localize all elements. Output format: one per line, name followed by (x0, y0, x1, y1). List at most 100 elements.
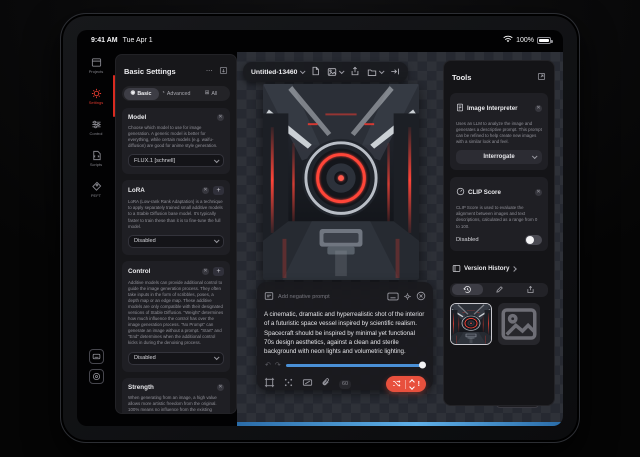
keyboard-icon[interactable] (387, 288, 399, 306)
dismiss-help-icon[interactable]: ✕ (202, 268, 209, 275)
export-tab[interactable] (515, 284, 547, 295)
sidebar-item-label: Projects (89, 69, 103, 74)
paperclip-icon[interactable] (321, 375, 331, 393)
control-card: Control ✕ + Additive models can provide … (122, 261, 230, 372)
canvas-edge-highlight (237, 422, 563, 426)
export-panel-icon[interactable] (537, 68, 546, 86)
strength-description: When generating from an image, a high va… (128, 395, 224, 414)
aspect-ratio-icon[interactable] (302, 375, 313, 393)
version-thumbnail-empty[interactable] (498, 303, 540, 345)
image-placeholder-icon (498, 303, 540, 345)
slider-knob[interactable] (419, 362, 426, 369)
clip-score-toggle[interactable] (525, 235, 542, 245)
dismiss-help-icon[interactable]: ✕ (202, 187, 209, 194)
gauge-icon (456, 183, 465, 201)
chevron-down-icon (300, 68, 306, 74)
sidebar-item-label: PEFT (91, 193, 101, 198)
insert-image-menu[interactable] (327, 67, 343, 77)
advanced-tab-icon: ◔ (162, 91, 165, 97)
negative-prompt-input[interactable]: Add negative prompt (278, 294, 383, 300)
keyboard-shortcuts-button[interactable] (89, 349, 104, 364)
date: Tue Apr 1 (123, 37, 153, 44)
lora-title: LoRA (128, 187, 198, 194)
document-title-menu[interactable]: Untitled-13460 (251, 69, 304, 76)
panel-title: Basic Settings (124, 67, 176, 76)
chevron-down-icon (339, 68, 345, 74)
tab-advanced[interactable]: ◔ Advanced (159, 88, 194, 100)
shuffle-seed-icon (392, 375, 401, 393)
app-settings-button[interactable] (89, 369, 104, 384)
dither-icon[interactable] (283, 375, 294, 393)
folder-menu[interactable] (367, 68, 383, 77)
control-description: Additive models can provide additional c… (128, 280, 224, 347)
clip-score-title: CLIP Score (468, 189, 532, 196)
crop-canvas-icon[interactable] (264, 375, 275, 393)
generated-image[interactable] (263, 84, 419, 280)
sidebar-item-label: Scripts (90, 162, 102, 167)
lora-dropdown[interactable]: Disabled (128, 235, 224, 248)
add-control-button[interactable]: + (213, 267, 224, 276)
image-interpreter-title: Image Interpreter (467, 105, 532, 112)
strength-card: Strength ✕ When generating from an image… (122, 378, 230, 414)
version-thumbnail-current[interactable] (450, 303, 492, 345)
version-history-section: Version History (450, 258, 548, 345)
lora-card: LoRA ✕ + LoRA (Low-rank Rank Adaptation)… (122, 180, 230, 254)
new-document-icon[interactable] (311, 63, 320, 81)
sidebar-item-projects[interactable]: Projects (77, 50, 115, 80)
dismiss-help-icon[interactable]: ✕ (217, 114, 224, 121)
sidebar-item-label: Settings (89, 100, 103, 105)
save-settings-icon[interactable] (219, 62, 228, 80)
edit-tab[interactable] (483, 284, 515, 295)
share-icon[interactable] (350, 63, 360, 81)
redo-icon[interactable]: ↷ (275, 361, 281, 369)
prompt-strength-slider[interactable] (286, 364, 425, 367)
chevron-right-icon[interactable] (512, 266, 518, 272)
prompt-panel: Add negative prompt (257, 282, 433, 390)
chevron-down-icon (214, 355, 220, 361)
interrogate-button[interactable]: Interrogate (456, 150, 542, 164)
undo-icon[interactable]: ↶ (265, 361, 271, 369)
settings-small-icon[interactable] (403, 288, 412, 306)
generate-button[interactable]: ! (386, 376, 426, 392)
collapse-panel-icon[interactable] (390, 63, 400, 81)
steps-badge[interactable]: 60 (339, 380, 351, 389)
tab-basic[interactable]: ◉ Basic (124, 88, 159, 100)
batch-stepper[interactable] (410, 380, 414, 389)
chevron-down-icon (214, 238, 220, 244)
screen: 9:41 AM Tue Apr 1 100% Projects (77, 30, 563, 426)
clip-score-card: CLIP Score ✕ CLIP Score is used to evalu… (450, 177, 548, 250)
expand-icon[interactable] (416, 288, 426, 306)
ipad-device: 9:41 AM Tue Apr 1 100% Projects (60, 13, 580, 443)
tab-all[interactable]: ⊞ All (194, 88, 229, 100)
lora-description: LoRA (Low-rank Rank Adaptation) is a tec… (128, 199, 224, 229)
settings-tabs: ◉ Basic ◔ Advanced ⊞ All (122, 86, 230, 101)
add-lora-button[interactable]: + (213, 186, 224, 195)
image-interpreter-card: Image Interpreter ✕ Uses an LLM to analy… (450, 93, 548, 170)
strength-title: Strength (128, 384, 213, 391)
wifi-icon (503, 35, 513, 45)
clock: 9:41 AM (91, 37, 118, 44)
version-history-title: Version History (464, 265, 509, 272)
model-dropdown[interactable]: FLUX.1 [schnell] (128, 154, 224, 167)
tools-panel: Tools Image Interpreter ✕ Uses an LLM to… (443, 60, 555, 406)
prompt-text[interactable]: A cinematic, dramatic and hyperrealistic… (264, 310, 426, 356)
battery-icon (537, 37, 551, 44)
sidebar-item-control[interactable]: Control (77, 112, 115, 142)
document-icon (456, 99, 464, 117)
sidebar-item-settings[interactable]: Settings (77, 81, 115, 111)
battery-percent: 100% (516, 37, 534, 44)
sidebar-item-scripts[interactable]: Scripts (77, 143, 115, 173)
negative-prompt-icon[interactable] (264, 288, 274, 306)
chevron-down-icon (379, 68, 385, 74)
sidebar-item-peft[interactable]: PEFT (77, 174, 115, 204)
sidebar-item-label: Control (90, 131, 103, 136)
history-icon (452, 260, 461, 278)
dismiss-help-icon[interactable]: ✕ (535, 105, 542, 112)
more-icon[interactable] (205, 62, 214, 80)
control-dropdown[interactable]: Disabled (128, 352, 224, 365)
history-tab[interactable] (452, 284, 484, 295)
dismiss-help-icon[interactable]: ✕ (217, 384, 224, 391)
chevron-down-icon (532, 154, 538, 160)
dismiss-help-icon[interactable]: ✕ (535, 189, 542, 196)
version-history-tabs (450, 283, 548, 297)
